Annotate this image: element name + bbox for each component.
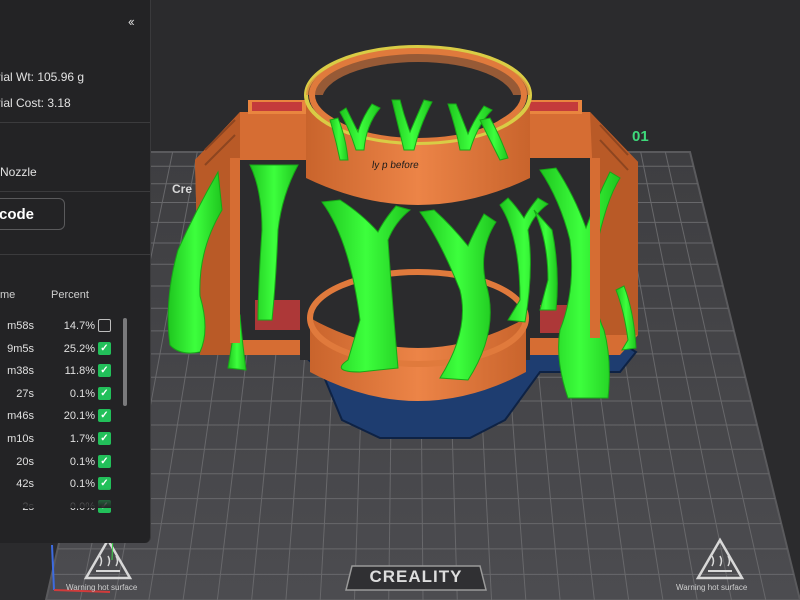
table-row: m38s 11.8% ✓ bbox=[0, 361, 120, 383]
table-row: 9m5s 25.2% ✓ bbox=[0, 339, 120, 361]
visibility-checkbox-checked[interactable]: ✓ bbox=[98, 409, 111, 423]
warning-right-label: Warning hot surface bbox=[676, 583, 748, 592]
model-surface-text: ly p before bbox=[371, 160, 420, 171]
slice-stats-panel: ‹‹ erial Wt: 105.96 g erial Cost: 3.18 N… bbox=[0, 0, 151, 543]
row-time: m38s bbox=[7, 365, 34, 378]
plate-name-label: Cre bbox=[172, 182, 193, 196]
row-percent: 0.1% bbox=[69, 387, 95, 400]
row-time: 20s bbox=[16, 455, 34, 468]
divider bbox=[0, 191, 150, 192]
percent-column-header: Percent bbox=[51, 289, 89, 301]
visibility-checkbox-checked[interactable]: ✓ bbox=[98, 454, 111, 468]
list-fade bbox=[0, 488, 150, 508]
divider bbox=[0, 122, 150, 123]
visibility-checkbox[interactable] bbox=[98, 319, 111, 332]
table-row: m10s 1.7% ✓ bbox=[0, 429, 120, 451]
row-percent: 1.7% bbox=[69, 433, 95, 445]
table-row: 27s 0.1% ✓ bbox=[0, 384, 120, 406]
row-time: m10s bbox=[7, 433, 34, 445]
export-gcode-button[interactable]: code bbox=[0, 198, 65, 230]
row-percent: 20.1% bbox=[63, 410, 95, 423]
row-time: 9m5s bbox=[7, 342, 34, 355]
time-column-header: me bbox=[0, 289, 16, 301]
visibility-checkbox-checked[interactable]: ✓ bbox=[98, 364, 111, 378]
nozzle-label: Nozzle bbox=[0, 165, 37, 179]
row-time: 27s bbox=[16, 387, 34, 400]
visibility-checkbox-checked[interactable]: ✓ bbox=[98, 386, 111, 400]
row-time: m46s bbox=[7, 410, 34, 423]
bed-brand-label: CREALITY bbox=[369, 567, 463, 586]
table-scrollbar[interactable] bbox=[123, 318, 127, 406]
row-percent: 11.8% bbox=[64, 365, 95, 378]
row-time: m58s bbox=[7, 320, 34, 332]
left-post bbox=[230, 158, 240, 343]
row-percent: 0.1% bbox=[69, 455, 95, 468]
warning-left-label: Warning hot surface bbox=[66, 583, 138, 592]
table-row: m58s 14.7% bbox=[0, 316, 120, 338]
row-percent: 25.2% bbox=[63, 342, 95, 355]
plate-number: 01 bbox=[632, 128, 649, 145]
visibility-checkbox-checked[interactable]: ✓ bbox=[98, 341, 111, 355]
lower-ring bbox=[307, 269, 529, 401]
collapse-panel-icon[interactable]: ‹‹ bbox=[128, 14, 135, 29]
divider bbox=[0, 254, 150, 255]
material-cost: erial Cost: 3.18 bbox=[0, 96, 71, 110]
table-row: m46s 20.1% ✓ bbox=[0, 406, 120, 428]
table-row: 20s 0.1% ✓ bbox=[0, 452, 120, 474]
material-weight: erial Wt: 105.96 g bbox=[0, 70, 85, 84]
row-percent: 14.7% bbox=[63, 320, 95, 332]
right-post bbox=[590, 158, 600, 338]
visibility-checkbox-checked[interactable]: ✓ bbox=[98, 432, 111, 445]
